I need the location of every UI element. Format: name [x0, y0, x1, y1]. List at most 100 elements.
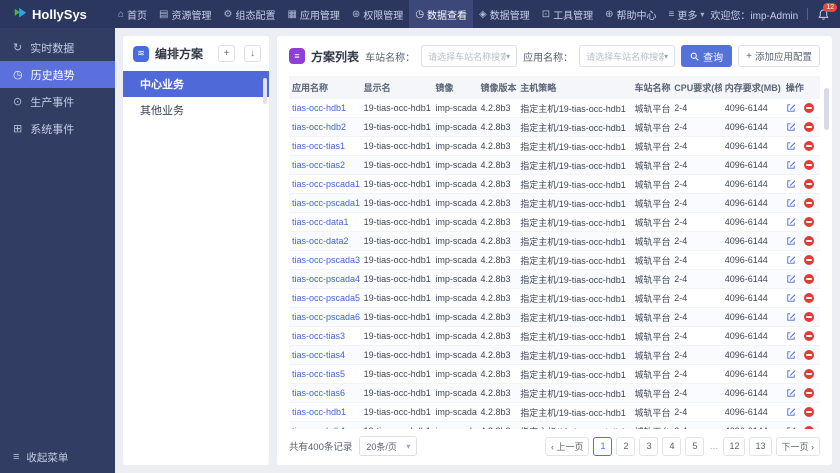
sidebar-item[interactable]: ⊙ 生产事件 [0, 88, 115, 115]
pagination-page[interactable]: 12 [723, 436, 746, 456]
sidebar-item[interactable]: ⊞ 系统事件 [0, 115, 115, 142]
disable-icon[interactable] [803, 274, 814, 284]
pagination-page[interactable]: 13 [749, 436, 772, 456]
cell-app-name[interactable]: tias-occ-pscada1 [289, 174, 361, 194]
cell-memory: 4096-6144 [721, 136, 783, 156]
edit-icon[interactable] [786, 255, 796, 265]
pagination-page[interactable]: 4 [662, 436, 682, 456]
disable-icon[interactable] [803, 407, 814, 417]
cell-app-name[interactable]: tias-occ-pscada5 [289, 288, 361, 308]
cell-app-name[interactable]: tias-occ-data1 [289, 212, 361, 232]
edit-icon[interactable] [786, 236, 796, 246]
edit-icon[interactable] [786, 293, 796, 303]
sidebar-item[interactable]: ↻ 实时数据 [0, 34, 115, 61]
cell-app-name[interactable]: tias-occ-pscada6 [289, 307, 361, 327]
disable-icon[interactable] [803, 388, 814, 398]
edit-icon[interactable] [786, 312, 796, 322]
import-plan-button[interactable]: ↓ [244, 45, 261, 62]
cell-app-name[interactable]: tias-occ-hdb1 [289, 421, 361, 429]
disable-icon[interactable] [803, 198, 814, 208]
cell-app-name[interactable]: tias-occ-tias3 [289, 326, 361, 346]
plan-scrollbar[interactable] [263, 78, 267, 104]
cell-app-name[interactable]: tias-occ-tias1 [289, 136, 361, 156]
edit-icon[interactable] [786, 122, 796, 132]
edit-icon[interactable] [786, 407, 796, 417]
edit-icon[interactable] [786, 198, 796, 208]
cell-station: 城轨平台 [631, 174, 672, 194]
edit-icon[interactable] [786, 160, 796, 170]
history-trend-icon: ◷ [13, 69, 23, 81]
plan-item[interactable]: 其他业务 [123, 97, 269, 123]
notifications-bell-icon[interactable]: 12 [817, 2, 838, 21]
cell-image-version: 4.2.8b3 [477, 326, 518, 346]
cell-app-name[interactable]: tias-occ-data2 [289, 231, 361, 251]
disable-icon[interactable] [803, 426, 814, 429]
cell-station: 城轨平台 [631, 326, 672, 346]
cell-image-version: 4.2.8b3 [477, 383, 518, 403]
edit-icon[interactable] [786, 179, 796, 189]
edit-icon[interactable] [786, 369, 796, 379]
cell-memory: 4096-6144 [721, 383, 783, 403]
sidebar-item[interactable]: ◷ 历史趋势 [0, 61, 115, 88]
station-filter-select[interactable]: 请选择车站名称搜索 ▾ [421, 45, 518, 67]
table-scrollbar[interactable] [824, 88, 829, 130]
disable-icon[interactable] [803, 160, 814, 170]
pagination-page[interactable]: 5 [685, 436, 705, 456]
page-size-select[interactable]: 20条/页 ▾ [359, 436, 418, 456]
nav-item[interactable]: ▤ 资源管理 ▾ [153, 0, 217, 28]
disable-icon[interactable] [803, 122, 814, 132]
disable-icon[interactable] [803, 141, 814, 151]
edit-icon[interactable] [786, 331, 796, 341]
more-icon: ≡ [668, 8, 675, 20]
plan-item[interactable]: 中心业务 [123, 71, 269, 97]
edit-icon[interactable] [786, 274, 796, 284]
edit-icon[interactable] [786, 217, 796, 227]
cell-app-name[interactable]: tias-occ-tias4 [289, 345, 361, 365]
disable-icon[interactable] [803, 236, 814, 246]
cell-app-name[interactable]: tias-occ-tias5 [289, 364, 361, 384]
nav-item[interactable]: ⚙ 组态配置 ▾ [218, 0, 282, 28]
system-event-icon: ⊞ [13, 123, 23, 135]
column-header: 镜像版本 [477, 76, 518, 99]
pagination-page[interactable]: 3 [639, 436, 659, 456]
pagination-next[interactable]: 下一页 › [775, 436, 820, 456]
pagination-page[interactable]: 2 [616, 436, 636, 456]
nav-item[interactable]: ⊕ 帮助中心 ▾ [599, 0, 662, 28]
disable-icon[interactable] [803, 217, 814, 227]
add-plan-button[interactable]: + [218, 45, 235, 62]
nav-item[interactable]: ◷ 数据查看 ▾ [409, 0, 474, 28]
disable-icon[interactable] [803, 331, 814, 341]
cell-app-name[interactable]: tias-occ-pscada4 [289, 269, 361, 289]
edit-icon[interactable] [786, 103, 796, 113]
nav-item[interactable]: ▦ 应用管理 ▾ [281, 0, 345, 28]
nav-item[interactable]: ⊡ 工具管理 ▾ [536, 0, 599, 28]
cell-app-name[interactable]: tias-occ-pscada1 [289, 193, 361, 213]
edit-icon[interactable] [786, 141, 796, 151]
cell-app-name[interactable]: tias-occ-tias2 [289, 155, 361, 175]
nav-item[interactable]: ◈ 数据管理 ▾ [473, 0, 536, 28]
pagination-prev[interactable]: ‹ 上一页 [544, 436, 590, 456]
disable-icon[interactable] [803, 369, 814, 379]
collapse-menu-button[interactable]: ≡ 收起菜单 [0, 441, 115, 473]
disable-icon[interactable] [803, 179, 814, 189]
edit-icon[interactable] [786, 388, 796, 398]
pagination-page[interactable]: 1 [593, 436, 613, 456]
disable-icon[interactable] [803, 255, 814, 265]
disable-icon[interactable] [803, 103, 814, 113]
app-filter-select[interactable]: 请选择车站名称搜索 ▾ [579, 45, 676, 67]
nav-item[interactable]: ⌂ 首页 ▾ [112, 0, 153, 28]
disable-icon[interactable] [803, 312, 814, 322]
cell-app-name[interactable]: tias-occ-hdb1 [289, 99, 361, 118]
cell-app-name[interactable]: tias-occ-tias6 [289, 383, 361, 403]
nav-item[interactable]: ⊛ 权限管理 ▾ [346, 0, 409, 28]
cell-app-name[interactable]: tias-occ-hdb1 [289, 402, 361, 422]
cell-app-name[interactable]: tias-occ-hdb2 [289, 117, 361, 137]
disable-icon[interactable] [803, 293, 814, 303]
query-button[interactable]: 查询 [681, 45, 733, 67]
disable-icon[interactable] [803, 350, 814, 360]
cell-app-name[interactable]: tias-occ-pscada3 [289, 250, 361, 270]
edit-icon[interactable] [786, 350, 796, 360]
cell-host-policy: 指定主机/19-tias-occ-hdb1 [517, 402, 632, 422]
add-app-config-button[interactable]: + 添加应用配置 [738, 45, 820, 67]
nav-item[interactable]: ≡ 更多 ▾ [663, 0, 711, 28]
